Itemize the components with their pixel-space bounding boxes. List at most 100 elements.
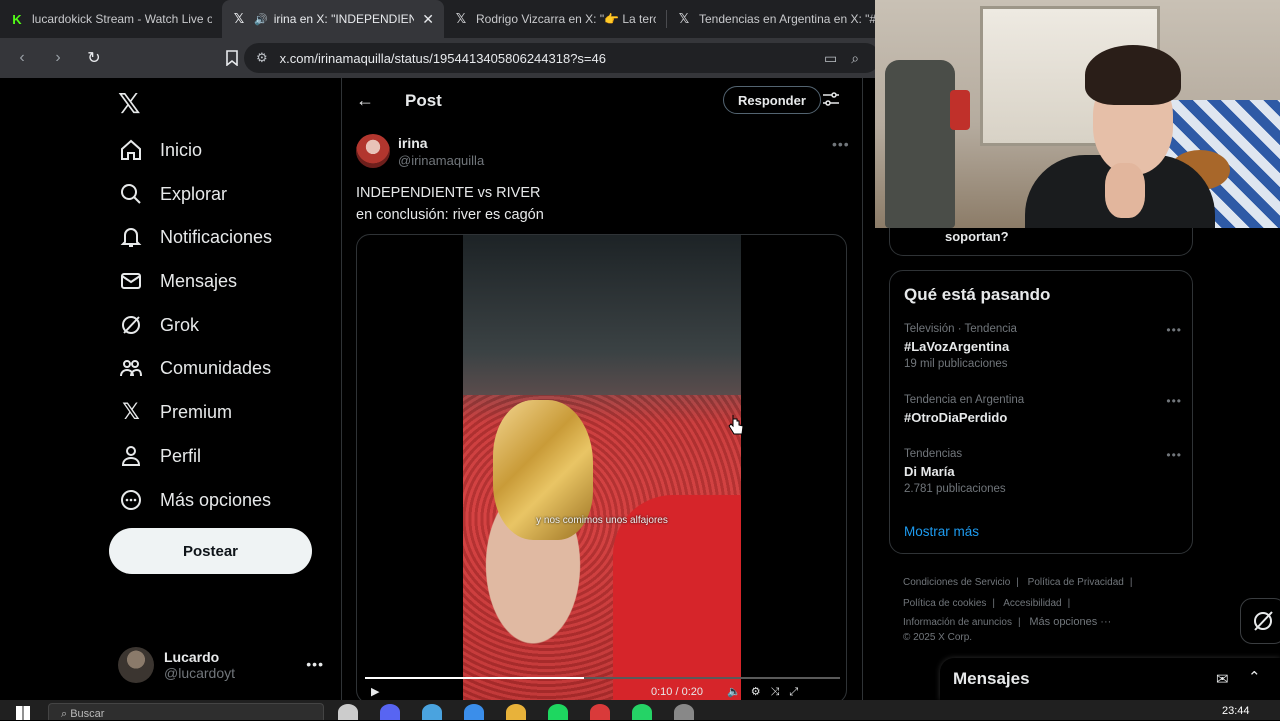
repeat-icon[interactable]: ⤨ [771,686,790,698]
new-message-icon[interactable]: ✉ [1216,670,1229,688]
footer-link-ads[interactable]: Información de anuncios [903,617,1012,628]
author-avatar[interactable] [356,134,390,168]
trend-meta: Tendencias [904,448,963,460]
nav-item-premium[interactable]: 𝕏 Premium [118,392,232,432]
tweet-text-line: en conclusión: river es cagón [356,207,544,223]
tab-irina-post[interactable]: 𝕏 🔊 irina en X: "INDEPENDIENTE vs RIVER … [222,0,444,38]
reload-icon[interactable]: ↻ [80,44,108,72]
hand-cursor-icon [728,415,744,435]
footer-link-privacy[interactable]: Política de Privacidad [1028,577,1124,588]
video-progress-fill [365,677,584,679]
windows-start-icon[interactable] [16,706,30,720]
nav-item-notificaciones[interactable]: Notificaciones [118,217,272,257]
cast-icon[interactable]: ▭ [824,50,837,67]
more-dots-icon[interactable]: ••• [1166,448,1182,462]
footer-link-accessibility[interactable]: Accesibilidad [1003,598,1061,609]
close-tab-icon[interactable]: ✕ [422,11,434,28]
video-progress-bar[interactable] [365,677,840,679]
webcam-hand [1105,163,1145,218]
footer-link-terms[interactable]: Condiciones de Servicio [903,577,1010,588]
nav-label: Explorar [160,183,228,204]
back-arrow-icon[interactable]: ‹ [8,44,36,72]
more-dots-icon[interactable]: ••• [832,136,850,152]
reply-button[interactable]: Responder [723,86,821,114]
show-more-link[interactable]: Mostrar más [904,524,979,539]
nav-label: Notificaciones [160,226,273,247]
nav-label: Inicio [160,139,203,160]
expand-up-icon[interactable]: ⌃ [1248,668,1261,686]
speaker-icon[interactable]: 🔊 [254,13,268,26]
volume-icon[interactable]: 🔈 [727,686,751,698]
x-icon: 𝕏 [678,11,690,26]
app-icon[interactable] [590,704,610,720]
page-title: Post [405,91,442,110]
trend-item[interactable]: Televisión · Tendencia #LaVozArgentina 1… [904,323,1184,370]
account-switcher[interactable]: Lucardo @lucardoyt ••• [118,644,328,686]
footer-link-more[interactable]: Más opciones ··· [1029,616,1111,628]
tab-rodrigo-post[interactable]: 𝕏 Rodrigo Vizcarra en X: "👉 La tercera [444,0,666,38]
whatsapp-icon[interactable] [632,704,652,720]
zoom-icon[interactable]: ⌕ [851,50,859,67]
nav-item-inicio[interactable]: Inicio [118,130,202,170]
app-icon[interactable] [674,704,694,720]
play-icon[interactable]: ▶ [371,685,379,698]
tab-title: Rodrigo Vizcarra en X: "👉 La tercera [476,12,656,26]
x-logo-icon[interactable]: 𝕏 [118,90,146,118]
fullscreen-icon[interactable]: ⤢ [789,686,808,698]
x-icon: 𝕏 [122,399,140,424]
account-name: Lucardo [164,649,220,665]
sliders-icon[interactable] [823,92,839,110]
nav-item-mas-opciones[interactable]: Más opciones [118,480,271,520]
store-icon[interactable] [422,704,442,720]
edge-icon[interactable] [464,704,484,720]
trend-count: 2.781 publicaciones [904,483,1006,495]
tab-tendencias[interactable]: 𝕏 Tendencias en Argentina en X: "# [667,0,889,38]
footer-link-cookies[interactable]: Política de cookies [903,598,986,609]
discord-icon[interactable] [380,704,400,720]
nav-item-explorar[interactable]: Explorar [118,174,227,214]
nav-item-mensajes[interactable]: Mensajes [118,261,237,301]
author-handle[interactable]: @irinamaquilla [398,153,484,168]
people-icon [118,355,144,381]
tweet-text-line: INDEPENDIENTE vs RIVER [356,185,541,201]
post-button[interactable]: Postear [109,528,312,574]
more-dots-icon[interactable]: ••• [1166,394,1182,408]
bell-icon [118,224,144,250]
kick-icon: K [12,11,22,27]
nav-label: Mensajes [160,270,238,291]
forward-arrow-icon[interactable]: › [44,44,72,72]
footer-links: Condiciones de Servicio | Política de Pri… [903,577,1133,643]
trend-item[interactable]: Tendencia en Argentina #OtroDiaPerdido •… [904,394,1184,425]
previous-card-text[interactable]: soportan? [945,229,1009,244]
more-dots-icon[interactable]: ••• [306,656,324,672]
video-controls: ▶ 0:10 / 0:20 🔈⚙⤨⤢ [367,685,837,700]
tab-kick-stream[interactable]: K lucardokick Stream - Watch Live on Kic… [0,0,222,38]
task-view-icon[interactable] [338,704,358,720]
bookmark-icon[interactable] [218,44,246,72]
nav-item-comunidades[interactable]: Comunidades [118,348,271,388]
nav-label: Más opciones [160,489,272,510]
taskbar-search-placeholder: Buscar [70,708,105,720]
video-player[interactable]: y nos comimos unos alfajores ▶ 0:10 / 0:… [356,234,847,700]
more-dots-icon[interactable]: ••• [1166,323,1182,337]
spotify-icon[interactable] [548,704,568,720]
video-caption: y nos comimos unos alfajores [536,515,668,526]
nav-item-perfil[interactable]: Perfil [118,436,201,476]
address-bar[interactable]: ⚙ x.com/irinamaquilla/status/19544134058… [244,43,880,73]
nav-label: Premium [160,401,233,422]
grok-floating-button[interactable] [1240,598,1280,644]
taskbar-search[interactable]: ⌕ Buscar [48,703,324,720]
author-name[interactable]: irina [398,135,428,151]
trends-panel: Qué está pasando Televisión · Tendencia … [889,270,1193,554]
trend-item[interactable]: Tendencias Di María 2.781 publicaciones … [904,448,1184,495]
messages-drawer[interactable]: Mensajes ✉ ⌃ [940,658,1280,700]
site-settings-icon[interactable]: ⚙ [256,50,268,66]
mail-icon [118,268,144,294]
back-arrow-icon[interactable]: ← [356,90,374,111]
folder-icon[interactable] [506,704,526,720]
video-frame[interactable]: y nos comimos unos alfajores [463,235,741,700]
search-icon [118,181,144,207]
gear-icon[interactable]: ⚙ [751,686,771,698]
trend-name: #OtroDiaPerdido [904,410,1008,425]
nav-item-grok[interactable]: Grok [118,305,199,345]
